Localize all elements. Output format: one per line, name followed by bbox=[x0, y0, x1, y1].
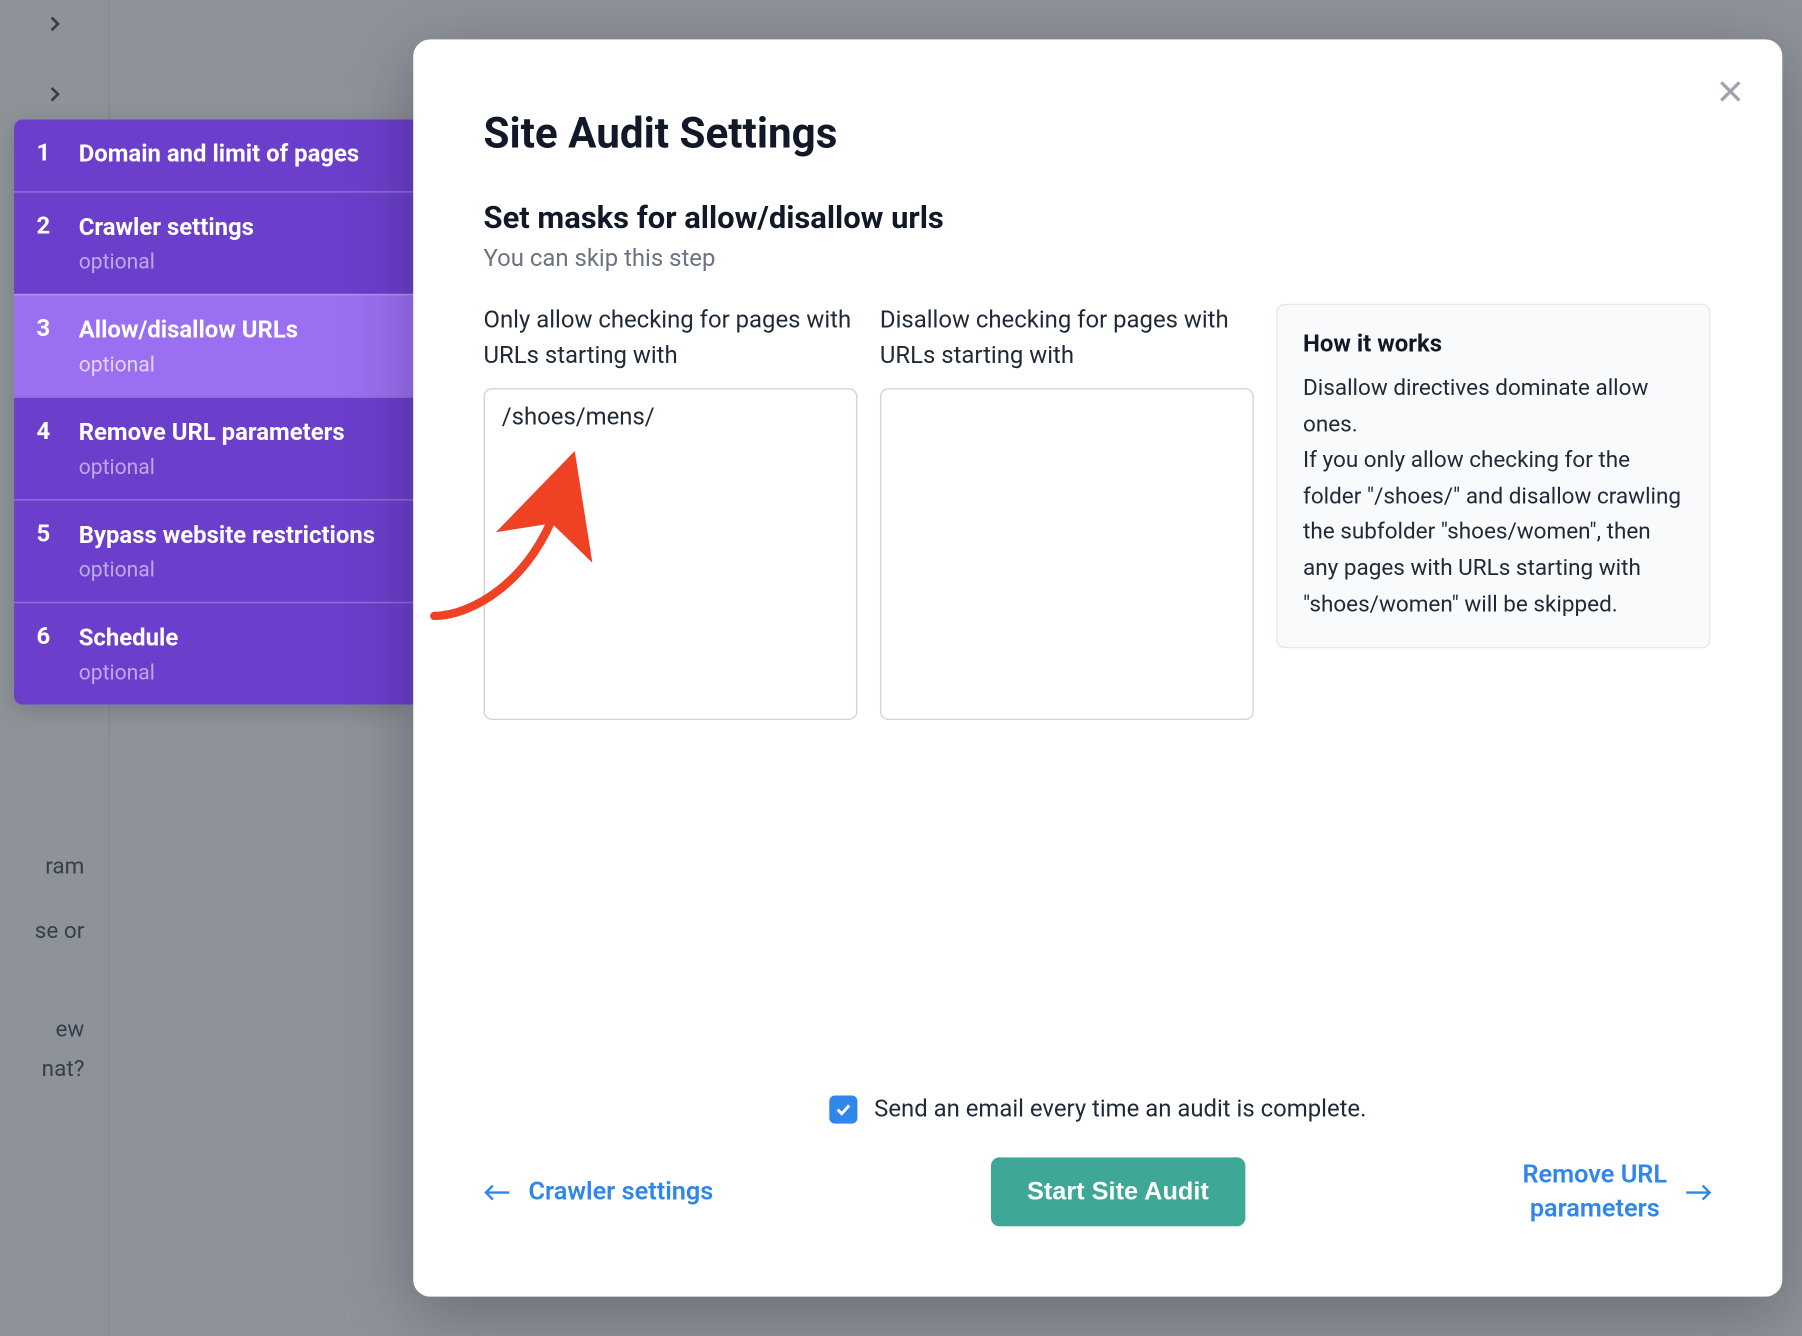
step-title: Bypass website restrictions bbox=[79, 520, 388, 552]
step-crawler-settings[interactable]: 2 Crawler settings optional bbox=[14, 191, 413, 294]
step-title: Schedule bbox=[79, 623, 388, 655]
step-number: 1 bbox=[37, 139, 57, 171]
next-step-link[interactable]: Remove URL parameters bbox=[1522, 1159, 1712, 1225]
step-number: 6 bbox=[37, 623, 57, 685]
step-title: Crawler settings bbox=[79, 212, 388, 244]
close-icon bbox=[1715, 76, 1746, 107]
info-paragraph: If you only allow checking for the folde… bbox=[1303, 442, 1684, 622]
allow-urls-input[interactable] bbox=[484, 388, 858, 720]
step-subtitle: optional bbox=[79, 249, 388, 274]
wizard-steps: 1 Domain and limit of pages 2 Crawler se… bbox=[14, 120, 413, 705]
step-subtitle: optional bbox=[79, 659, 388, 684]
prev-step-label: Crawler settings bbox=[529, 1177, 714, 1207]
step-domain-limit[interactable]: 1 Domain and limit of pages bbox=[14, 120, 413, 192]
prev-step-link[interactable]: Crawler settings bbox=[484, 1177, 714, 1207]
allow-label: Only allow checking for pages with URLs … bbox=[484, 304, 858, 374]
section-heading: Set masks for allow/disallow urls bbox=[484, 201, 1713, 236]
step-number: 3 bbox=[37, 315, 57, 377]
next-step-label-line2: parameters bbox=[1522, 1192, 1667, 1225]
close-button[interactable] bbox=[1709, 70, 1751, 112]
how-it-works-box: How it works Disallow directives dominat… bbox=[1276, 304, 1710, 649]
step-bypass-restrictions[interactable]: 5 Bypass website restrictions optional bbox=[14, 499, 413, 602]
check-icon bbox=[833, 1100, 853, 1120]
email-checkbox[interactable] bbox=[829, 1096, 857, 1124]
step-subtitle: optional bbox=[79, 556, 388, 581]
modal-title: Site Audit Settings bbox=[484, 110, 1713, 159]
step-title: Domain and limit of pages bbox=[79, 139, 388, 171]
settings-modal: Site Audit Settings Set masks for allow/… bbox=[413, 39, 1782, 1296]
step-title: Remove URL parameters bbox=[79, 417, 388, 449]
step-subtitle: optional bbox=[79, 454, 388, 479]
step-subtitle: optional bbox=[79, 351, 388, 376]
disallow-label: Disallow checking for pages with URLs st… bbox=[880, 304, 1254, 374]
disallow-urls-input[interactable] bbox=[880, 388, 1254, 720]
step-number: 5 bbox=[37, 520, 57, 582]
step-allow-disallow-urls[interactable]: 3 Allow/disallow URLs optional bbox=[14, 294, 413, 397]
info-paragraph: Disallow directives dominate allow ones. bbox=[1303, 370, 1684, 442]
step-schedule[interactable]: 6 Schedule optional bbox=[14, 601, 413, 704]
step-remove-url-parameters[interactable]: 4 Remove URL parameters optional bbox=[14, 396, 413, 499]
start-site-audit-button[interactable]: Start Site Audit bbox=[990, 1157, 1245, 1226]
arrow-left-icon bbox=[484, 1182, 512, 1202]
info-title: How it works bbox=[1303, 330, 1684, 358]
next-step-label-line1: Remove URL bbox=[1522, 1159, 1667, 1192]
skip-hint: You can skip this step bbox=[484, 245, 1713, 273]
step-number: 2 bbox=[37, 212, 57, 274]
step-title: Allow/disallow URLs bbox=[79, 315, 388, 347]
arrow-right-icon bbox=[1684, 1182, 1712, 1202]
step-number: 4 bbox=[37, 417, 57, 479]
email-checkbox-label: Send an email every time an audit is com… bbox=[874, 1096, 1366, 1124]
